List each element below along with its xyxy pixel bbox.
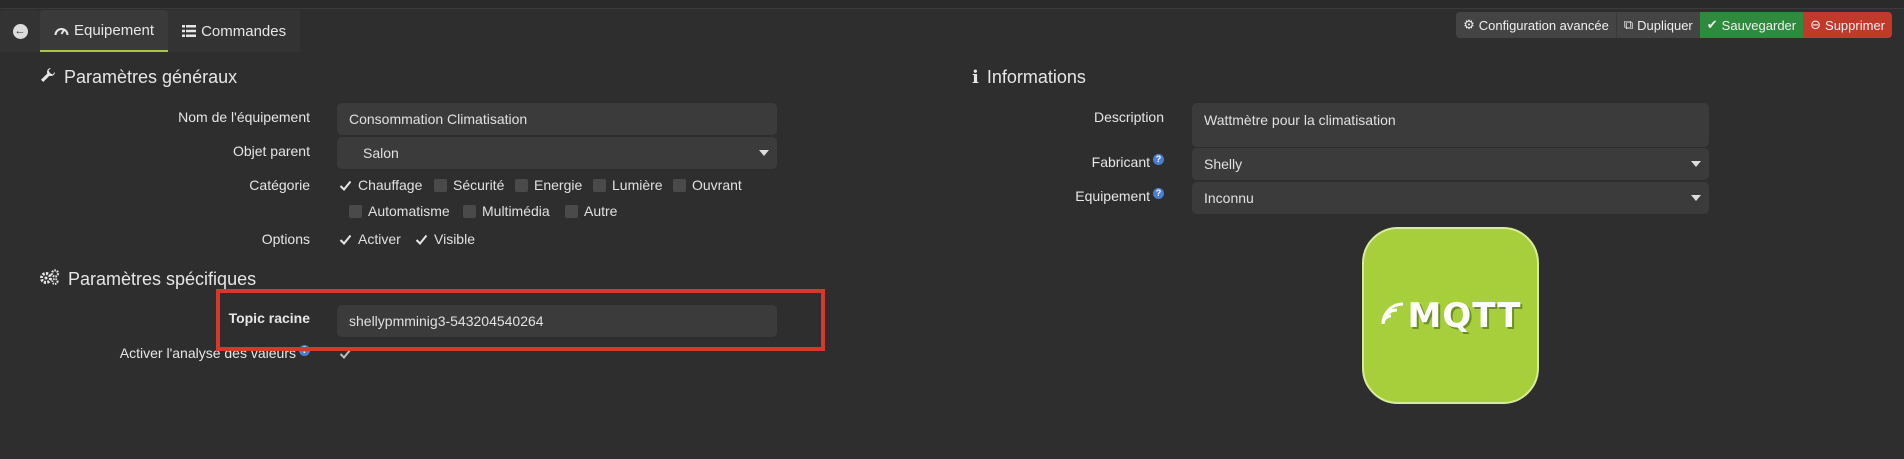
specific-section-title: Paramètres spécifiques [40, 269, 256, 290]
check-icon [339, 179, 352, 192]
gauge-icon [54, 24, 69, 37]
back-button[interactable]: ← [0, 10, 40, 52]
top-border [0, 0, 1904, 9]
delete-label: Supprimer [1825, 17, 1885, 33]
copy-icon: ⧉ [1623, 17, 1634, 32]
checkbox-box [673, 178, 686, 192]
tab-commandes-label: Commandes [201, 22, 287, 40]
category-autre-label: Autre [584, 203, 618, 219]
tab-equipement[interactable]: Equipement [40, 10, 169, 52]
category-lumiere-checkbox[interactable]: Lumière [593, 177, 663, 193]
general-title-text: Paramètres généraux [64, 67, 238, 87]
signal-icon [1380, 301, 1406, 331]
equipment-label: Equipement? [980, 188, 1164, 204]
tab-commandes[interactable]: Commandes [168, 10, 301, 52]
equipment-type-select[interactable]: Inconnu [1192, 182, 1709, 214]
category-chauffage-checkbox[interactable]: Chauffage [339, 177, 422, 193]
option-visible-checkbox[interactable]: Visible [415, 231, 475, 247]
category-energie-label: Energie [534, 177, 583, 193]
manufacturer-select[interactable]: Shelly [1192, 148, 1709, 180]
mqtt-logo-text: MQTT [1407, 295, 1522, 336]
wrench-icon [40, 67, 56, 88]
check-icon [415, 233, 428, 246]
checkbox-box [515, 178, 528, 192]
chevron-down-icon [1691, 161, 1701, 167]
category-ouvrant-label: Ouvrant [692, 177, 742, 193]
category-chauffage-label: Chauffage [358, 177, 423, 193]
help-icon[interactable]: ? [1153, 154, 1164, 165]
checkbox-box [434, 178, 447, 192]
equipment-name-input[interactable]: Consommation Climatisation [337, 103, 777, 135]
general-section-title: Paramètres généraux [40, 67, 237, 88]
category-automatisme-label: Automatisme [368, 203, 450, 219]
info-icon: i [972, 67, 979, 88]
tab-bar: ← Equipement Commandes [0, 10, 301, 52]
check-circle-icon: ✔ [1706, 17, 1718, 32]
check-icon [339, 233, 352, 246]
checkbox-box [593, 178, 606, 192]
save-button[interactable]: ✔ Sauvegarder [1699, 12, 1804, 38]
manufacturer-value: Shelly [1204, 156, 1243, 172]
action-bar: ⚙ Configuration avancée ⧉ Dupliquer ✔ Sa… [1456, 12, 1892, 38]
equipment-type-value: Inconnu [1204, 190, 1254, 206]
option-activer-label: Activer [358, 231, 401, 247]
category-autre-checkbox[interactable]: Autre [565, 203, 617, 219]
manufacturer-label-text: Fabricant [1091, 154, 1150, 170]
category-multimedia-checkbox[interactable]: Multimédia [463, 203, 550, 219]
info-section-title: i Informations [972, 67, 1086, 88]
chevron-down-icon [759, 150, 769, 156]
highlight-box [216, 289, 825, 351]
category-label: Catégorie [249, 177, 310, 193]
mqtt-logo: MQTT [1362, 227, 1539, 404]
category-energie-checkbox[interactable]: Energie [515, 177, 582, 193]
parent-label: Objet parent [232, 143, 310, 159]
help-icon[interactable]: ? [1153, 188, 1164, 199]
info-title-text: Informations [986, 67, 1086, 87]
checkbox-box [463, 204, 476, 218]
save-label: Sauvegarder [1721, 17, 1797, 33]
checkbox-box [565, 204, 578, 218]
category-securite-checkbox[interactable]: Sécurité [434, 177, 504, 193]
category-securite-label: Sécurité [453, 177, 505, 193]
arrow-left-icon: ← [12, 23, 28, 39]
category-automatisme-checkbox[interactable]: Automatisme [349, 203, 450, 219]
option-visible-label: Visible [434, 231, 475, 247]
category-multimedia-label: Multimédia [482, 203, 550, 219]
parent-object-value: Salon [363, 145, 399, 161]
list-icon [182, 25, 197, 37]
description-label: Description [1093, 109, 1164, 125]
option-activer-checkbox[interactable]: Activer [339, 231, 401, 247]
delete-button[interactable]: ⊖ Supprimer [1803, 12, 1892, 38]
name-label: Nom de l'équipement [178, 109, 310, 125]
advanced-config-button[interactable]: ⚙ Configuration avancée [1456, 12, 1616, 38]
parent-object-select[interactable]: Salon [337, 137, 777, 169]
gears-icon: ⚙ [1463, 17, 1475, 32]
checkbox-box [349, 204, 362, 218]
chevron-down-icon [1691, 195, 1701, 201]
manufacturer-label: Fabricant? [980, 154, 1164, 170]
tab-equipement-label: Equipement [74, 21, 155, 39]
category-lumiere-label: Lumière [612, 177, 663, 193]
description-textarea[interactable]: Wattmètre pour la climatisation [1192, 103, 1709, 147]
gears-icon [40, 269, 60, 290]
duplicate-button[interactable]: ⧉ Dupliquer [1615, 12, 1700, 38]
equipment-label-text: Equipement [1075, 188, 1150, 204]
specific-title-text: Paramètres spécifiques [68, 269, 257, 289]
category-ouvrant-checkbox[interactable]: Ouvrant [673, 177, 742, 193]
duplicate-label: Dupliquer [1637, 17, 1693, 33]
minus-circle-icon: ⊖ [1810, 17, 1822, 32]
options-label: Options [261, 231, 310, 247]
advanced-config-label: Configuration avancée [1478, 17, 1609, 33]
